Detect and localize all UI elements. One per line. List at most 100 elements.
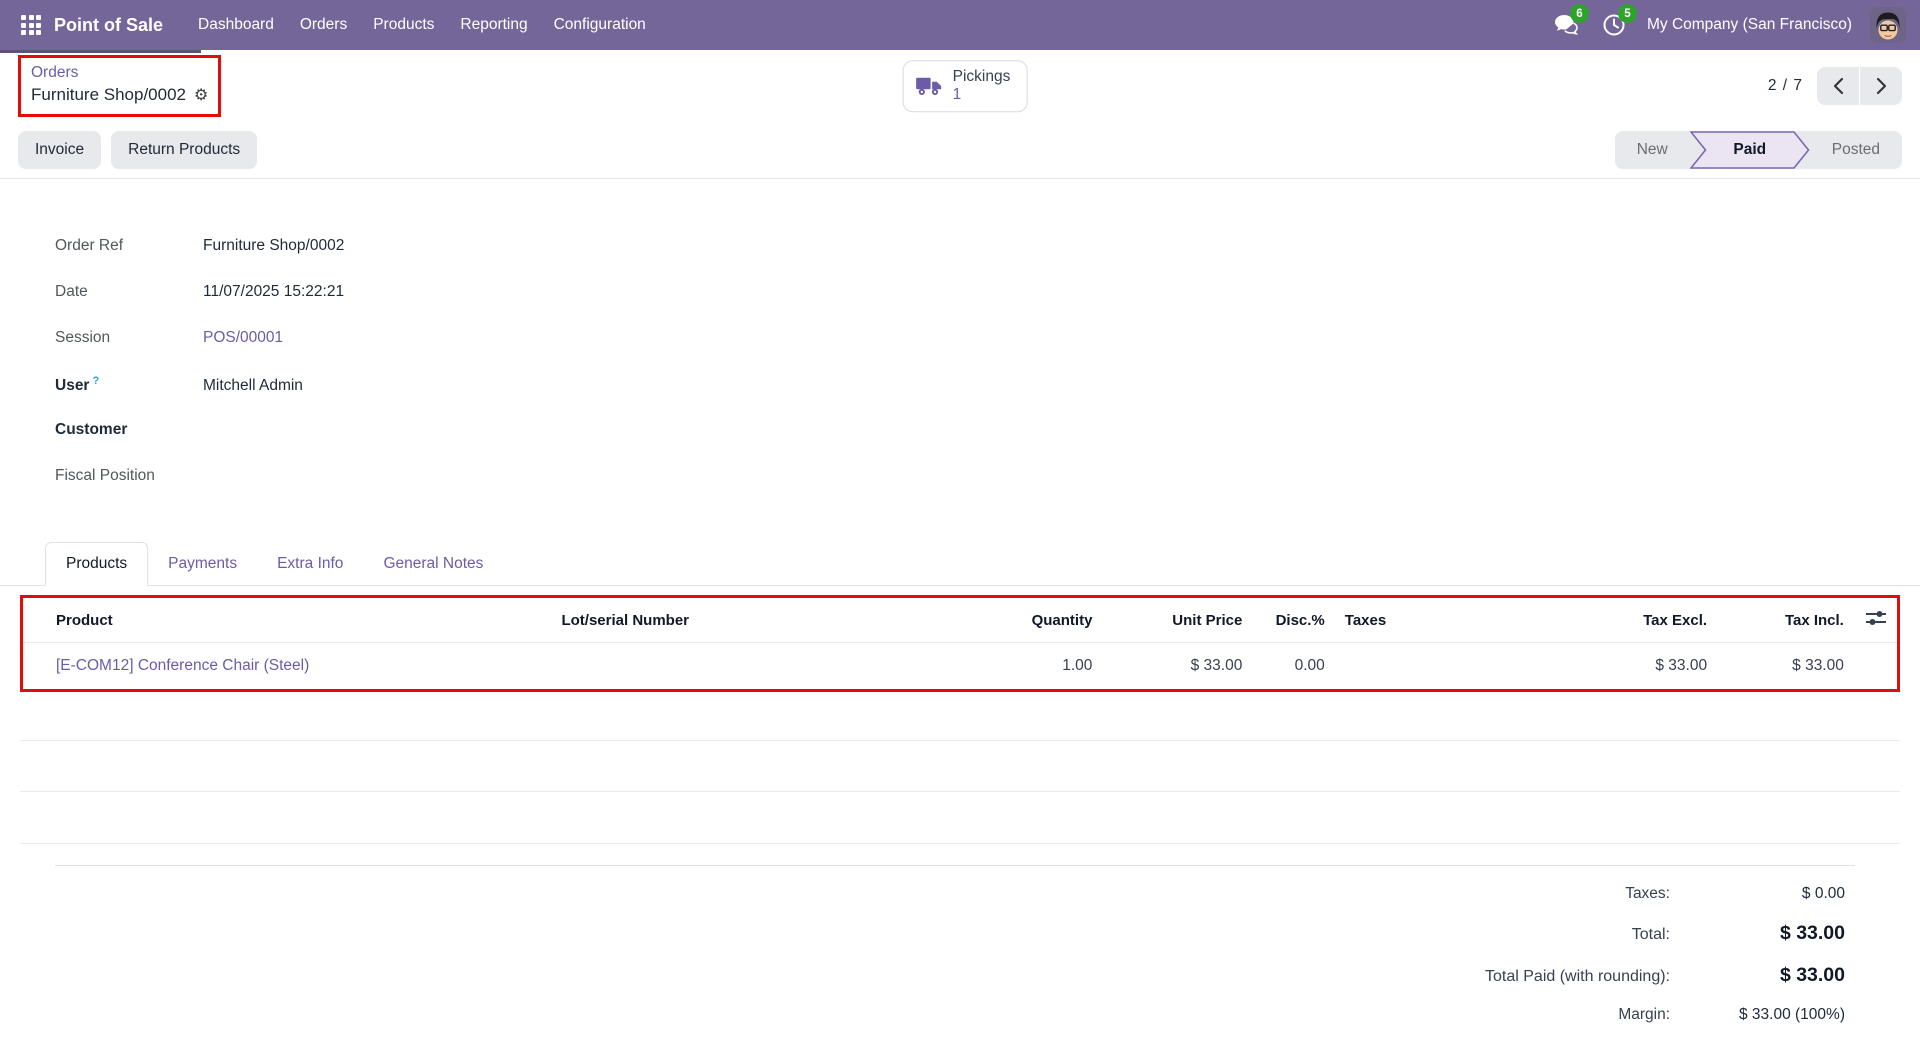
customer-label: Customer xyxy=(55,421,203,439)
cell-taxes xyxy=(1335,643,1567,690)
main-menu: Dashboard Orders Products Reporting Conf… xyxy=(185,0,659,50)
form-status-bar: Invoice Return Products New Paid Posted xyxy=(0,122,1920,178)
cell-disc: 0.00 xyxy=(1252,643,1334,690)
totals-taxes-row: Taxes: $ 0.00 xyxy=(0,885,1845,903)
page-title: Furniture Shop/0002 xyxy=(31,84,186,107)
totals-margin-row: Margin: $ 33.00 (100%) xyxy=(0,1006,1845,1024)
menu-products[interactable]: Products xyxy=(360,0,447,50)
total-paid-value: $ 33.00 xyxy=(1670,964,1845,987)
pager-previous-button[interactable] xyxy=(1817,67,1859,105)
grid-icon xyxy=(21,15,41,35)
totals-separator xyxy=(55,865,1855,866)
pager-buttons xyxy=(1817,67,1902,105)
pager: 2 / 7 xyxy=(1768,67,1902,105)
tab-payments[interactable]: Payments xyxy=(148,543,257,585)
menu-dashboard[interactable]: Dashboard xyxy=(185,0,287,50)
annotation-box-products-table: Product Lot/serial Number Quantity Unit … xyxy=(20,595,1900,692)
optional-columns-icon[interactable] xyxy=(1865,609,1887,631)
field-user: User? Mitchell Admin xyxy=(55,375,1920,401)
return-products-button[interactable]: Return Products xyxy=(111,131,257,169)
annotation-box-breadcrumb: Orders Furniture Shop/0002 ⚙ xyxy=(18,55,221,116)
cell-unit-price: $ 33.00 xyxy=(1102,643,1252,690)
totals-paid-row: Total Paid (with rounding): $ 33.00 xyxy=(0,964,1845,987)
avatar-image xyxy=(1870,7,1906,43)
totals-block: Taxes: $ 0.00 Total: $ 33.00 Total Paid … xyxy=(0,885,1920,1024)
pager-value[interactable]: 2 / 7 xyxy=(1768,77,1803,95)
total-paid-label: Total Paid (with rounding): xyxy=(1485,968,1670,986)
form-sheet: Order Ref Furniture Shop/0002 Date 11/07… xyxy=(0,178,1920,1051)
cell-tax-excl: $ 33.00 xyxy=(1567,643,1717,690)
total-value: $ 33.00 xyxy=(1670,922,1845,945)
tab-extra-info[interactable]: Extra Info xyxy=(257,543,363,585)
session-label: Session xyxy=(55,329,203,347)
order-ref-value[interactable]: Furniture Shop/0002 xyxy=(203,237,344,255)
total-label: Total: xyxy=(1632,926,1670,944)
tab-products[interactable]: Products xyxy=(45,542,148,586)
company-switcher[interactable]: My Company (San Francisco) xyxy=(1647,16,1852,34)
menu-reporting[interactable]: Reporting xyxy=(447,0,540,50)
help-question-icon: ? xyxy=(92,375,99,387)
notebook-tabs: Products Payments Extra Info General Not… xyxy=(0,539,1920,586)
apps-menu-icon[interactable] xyxy=(14,8,48,42)
menu-orders[interactable]: Orders xyxy=(287,0,360,50)
statusbar: New Paid Posted xyxy=(1615,131,1902,169)
col-product[interactable]: Product xyxy=(23,598,551,643)
messages-badge: 6 xyxy=(1570,4,1589,23)
col-unit-price[interactable]: Unit Price xyxy=(1102,598,1252,643)
invoice-button[interactable]: Invoice xyxy=(18,131,101,169)
date-value[interactable]: 11/07/2025 15:22:21 xyxy=(203,283,344,301)
top-navbar: Point of Sale Dashboard Orders Products … xyxy=(0,0,1920,50)
menu-configuration[interactable]: Configuration xyxy=(541,0,659,50)
taxes-value: $ 0.00 xyxy=(1670,885,1845,903)
activities-badge: 5 xyxy=(1618,4,1637,23)
chevron-left-icon xyxy=(1833,77,1844,95)
col-options xyxy=(1854,598,1897,643)
order-ref-label: Order Ref xyxy=(55,237,203,255)
gear-icon[interactable]: ⚙ xyxy=(194,84,208,106)
tab-general-notes[interactable]: General Notes xyxy=(363,543,503,585)
breadcrumb-orders-link[interactable]: Orders xyxy=(31,63,208,83)
col-quantity[interactable]: Quantity xyxy=(960,598,1102,643)
status-new[interactable]: New xyxy=(1615,131,1690,169)
activities-button[interactable]: 5 xyxy=(1599,10,1629,40)
field-group: Order Ref Furniture Shop/0002 Date 11/07… xyxy=(0,179,1920,493)
status-paid-active[interactable]: Paid xyxy=(1690,131,1810,169)
pickings-text: Pickings 1 xyxy=(953,68,1011,104)
navbar-systray: 6 5 My Company (San Francisco) xyxy=(1551,7,1906,43)
session-link[interactable]: POS/00001 xyxy=(203,329,283,347)
col-lot-serial[interactable]: Lot/serial Number xyxy=(551,598,960,643)
pager-next-button[interactable] xyxy=(1860,67,1902,105)
empty-row xyxy=(20,792,1900,844)
breadcrumb: Furniture Shop/0002 ⚙ xyxy=(31,84,208,107)
col-tax-excl[interactable]: Tax Excl. xyxy=(1567,598,1717,643)
messages-button[interactable]: 6 xyxy=(1551,10,1581,40)
field-order-ref: Order Ref Furniture Shop/0002 xyxy=(55,237,1920,263)
app-name[interactable]: Point of Sale xyxy=(54,15,163,36)
margin-value: $ 33.00 (100%) xyxy=(1670,1006,1845,1024)
empty-row xyxy=(20,692,1900,741)
table-header-row: Product Lot/serial Number Quantity Unit … xyxy=(23,598,1897,643)
truck-icon xyxy=(916,75,943,97)
user-label: User? xyxy=(55,375,203,395)
status-posted[interactable]: Posted xyxy=(1810,131,1902,169)
control-panel: Orders Furniture Shop/0002 ⚙ Pickings 1 … xyxy=(0,50,1920,122)
margin-label: Margin: xyxy=(1618,1006,1670,1024)
products-table: Product Lot/serial Number Quantity Unit … xyxy=(23,598,1897,689)
button-box: Pickings 1 xyxy=(903,60,1028,112)
field-fiscal-position: Fiscal Position xyxy=(55,467,1920,493)
table-row[interactable]: [E-COM12] Conference Chair (Steel) 1.00 … xyxy=(23,643,1897,690)
col-disc[interactable]: Disc.% xyxy=(1252,598,1334,643)
pickings-label: Pickings xyxy=(953,68,1011,86)
empty-list-rows xyxy=(20,692,1900,844)
field-customer: Customer xyxy=(55,421,1920,447)
empty-row xyxy=(20,741,1900,792)
field-date: Date 11/07/2025 15:22:21 xyxy=(55,283,1920,309)
col-taxes[interactable]: Taxes xyxy=(1335,598,1567,643)
taxes-label: Taxes: xyxy=(1625,885,1670,903)
user-avatar[interactable] xyxy=(1870,7,1906,43)
user-value[interactable]: Mitchell Admin xyxy=(203,377,303,395)
pickings-count: 1 xyxy=(953,86,1011,104)
product-name-link[interactable]: [E-COM12] Conference Chair (Steel) xyxy=(56,657,309,674)
pickings-button[interactable]: Pickings 1 xyxy=(903,60,1028,112)
col-tax-incl[interactable]: Tax Incl. xyxy=(1717,598,1854,643)
